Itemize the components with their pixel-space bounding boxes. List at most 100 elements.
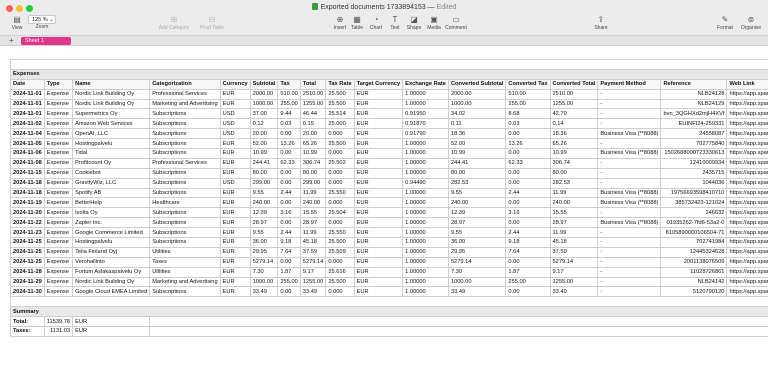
table-cell[interactable]: https://app.sparkreceipt.com/ bbox=[726, 98, 768, 110]
table-cell[interactable]: 240.00 bbox=[549, 197, 599, 209]
table-cell[interactable]: Subscriptions bbox=[149, 148, 221, 159]
table-cell[interactable]: 0.91950 bbox=[402, 108, 449, 120]
table-cell[interactable]: 2024-11-15 bbox=[10, 167, 45, 179]
table-cell[interactable]: EUR bbox=[219, 217, 251, 229]
table-cell[interactable]: Expense bbox=[43, 88, 74, 100]
table-cell[interactable]: EUR bbox=[72, 316, 151, 328]
table-cell[interactable]: 2024-11-02 bbox=[10, 118, 45, 130]
comment-button[interactable]: ▭ Comment bbox=[439, 14, 473, 31]
table-cell[interactable]: https://app.sparkreceipt.com/ bbox=[726, 167, 768, 179]
table-cell[interactable]: 0.000 bbox=[325, 167, 355, 179]
table-cell[interactable]: Expense bbox=[43, 167, 74, 179]
table-cell[interactable]: 0.000 bbox=[325, 217, 355, 229]
table-cell[interactable]: 1.00000 bbox=[402, 88, 449, 100]
table-cell[interactable]: 25.000 bbox=[325, 118, 355, 130]
table-cell[interactable]: EUINFI24-259331 bbox=[660, 118, 728, 130]
table-cell[interactable]: 702741984 bbox=[660, 237, 728, 248]
table-cell[interactable]: 0.00 bbox=[277, 148, 301, 159]
table-cell[interactable]: 5279.14 bbox=[299, 256, 327, 268]
table-cell[interactable]: Subscriptions bbox=[149, 207, 221, 219]
table-cell[interactable]: 0.03 bbox=[505, 118, 551, 130]
table-cell[interactable]: - bbox=[597, 276, 662, 288]
table-cell[interactable]: 5279.14 bbox=[249, 256, 279, 268]
table-cell[interactable]: 2000.00 bbox=[447, 88, 507, 100]
table-cell[interactable]: 510.00 bbox=[277, 88, 301, 100]
table-cell[interactable]: 18.36 bbox=[447, 128, 507, 140]
table-cell[interactable]: 9.18 bbox=[277, 237, 301, 248]
table-cell[interactable]: Nordic Link Building Oy bbox=[72, 276, 151, 288]
table-cell[interactable]: Summary bbox=[10, 306, 768, 318]
table-cell[interactable]: 33.49 bbox=[249, 286, 279, 298]
table-cell[interactable]: 8.68 bbox=[505, 108, 551, 120]
table-cell[interactable]: 2.44 bbox=[277, 187, 301, 199]
table-cell[interactable]: EUR bbox=[353, 177, 404, 189]
table-cell[interactable]: 15.55 bbox=[299, 207, 327, 219]
table-cell[interactable]: 1000.00 bbox=[447, 98, 507, 110]
table-cell[interactable]: Business Visa (**8088) bbox=[597, 187, 662, 199]
table-cell[interactable]: 13.26 bbox=[277, 138, 301, 150]
table-cell[interactable]: 9.18 bbox=[505, 237, 551, 248]
table-cell[interactable]: Subscriptions bbox=[149, 286, 221, 298]
table-cell[interactable]: Tidal bbox=[72, 148, 151, 159]
table-cell[interactable]: 1000.00 bbox=[249, 276, 279, 288]
table-cell[interactable]: 0.00 bbox=[505, 256, 551, 268]
table-cell[interactable]: EUR bbox=[219, 148, 251, 159]
table-cell[interactable]: 12445324628 bbox=[660, 246, 728, 258]
table-cell[interactable]: https://app.sparkreceipt.com/ bbox=[726, 138, 768, 150]
table-cell[interactable]: Subscriptions bbox=[149, 187, 221, 199]
table-cell[interactable]: https://app.sparkreceipt.com/ bbox=[726, 246, 768, 258]
table-cell[interactable]: 255.00 bbox=[277, 98, 301, 110]
table-cell[interactable]: https://app.sparkreceipt.com/ bbox=[726, 266, 768, 278]
table-cell[interactable]: 255.00 bbox=[505, 98, 551, 110]
table-cell[interactable]: 12.39 bbox=[447, 207, 507, 219]
table-cell[interactable]: 11.99 bbox=[299, 227, 327, 239]
table-cell[interactable]: NLB24129 bbox=[660, 98, 728, 110]
table-cell[interactable]: 2024-11-05 bbox=[10, 138, 45, 150]
table-cell[interactable]: Subscriptions bbox=[149, 108, 221, 120]
table-cell[interactable]: USD bbox=[219, 118, 251, 130]
table-cell[interactable]: Subscriptions bbox=[149, 167, 221, 179]
table-cell[interactable]: 0.00 bbox=[277, 286, 301, 298]
table-cell[interactable]: 10.99 bbox=[299, 148, 327, 159]
table-cell[interactable]: 1.00000 bbox=[402, 98, 449, 110]
table-cell[interactable]: 0.00 bbox=[277, 197, 301, 209]
table-cell[interactable]: 1.00000 bbox=[402, 187, 449, 199]
table-cell[interactable]: 11028726861 bbox=[660, 266, 728, 278]
pivot-table-button[interactable]: ⊟ Pivot Table bbox=[195, 14, 229, 31]
table-cell[interactable]: https://app.sparkreceipt.com/ bbox=[726, 177, 768, 189]
column-header[interactable]: Tax bbox=[277, 78, 301, 90]
table-cell[interactable]: 80.00 bbox=[299, 167, 327, 179]
table-cell[interactable]: Expense bbox=[43, 256, 74, 268]
table-cell[interactable]: EUR bbox=[353, 256, 404, 268]
table-cell[interactable]: https://app.sparkreceipt.com/ bbox=[726, 88, 768, 100]
column-header[interactable]: Converted Total bbox=[549, 78, 599, 90]
table-cell[interactable]: Subscriptions bbox=[149, 118, 221, 130]
table-cell[interactable]: 1000.00 bbox=[447, 276, 507, 288]
table-cell[interactable]: Expense bbox=[43, 266, 74, 278]
table-cell[interactable]: 0.14 bbox=[549, 118, 599, 130]
table-cell[interactable]: Expense bbox=[43, 98, 74, 110]
table-cell[interactable]: 1.00000 bbox=[402, 197, 449, 209]
table-cell[interactable]: 244.41 bbox=[447, 157, 507, 169]
table-cell[interactable]: 1.00000 bbox=[402, 237, 449, 248]
table-cell[interactable]: EUR bbox=[353, 276, 404, 288]
table-cell[interactable]: EUR bbox=[219, 187, 251, 199]
table-cell[interactable]: EUR bbox=[353, 138, 404, 150]
table-cell[interactable]: 2510.00 bbox=[299, 88, 327, 100]
table-cell[interactable]: 25.500 bbox=[325, 276, 355, 288]
table-cell[interactable]: EUR bbox=[219, 157, 251, 169]
table-cell[interactable]: Subscriptions bbox=[149, 138, 221, 150]
column-header[interactable]: Tax Rate bbox=[325, 78, 355, 90]
table-cell[interactable]: Expense bbox=[43, 138, 74, 150]
table-cell[interactable]: 2024-11-04 bbox=[10, 128, 45, 140]
table-cell[interactable]: - bbox=[597, 118, 662, 130]
table-cell[interactable]: 2.44 bbox=[277, 227, 301, 239]
table-cell[interactable]: 1.87 bbox=[505, 266, 551, 278]
table-cell[interactable]: EUR bbox=[353, 108, 404, 120]
table-cell[interactable]: Marketing and Advertising bbox=[149, 98, 221, 110]
table-cell[interactable]: 8105890000106504-71 bbox=[660, 227, 728, 239]
table-cell[interactable]: Subscriptions bbox=[149, 128, 221, 140]
table-cell[interactable]: - bbox=[597, 157, 662, 169]
table-cell[interactable] bbox=[10, 59, 768, 70]
table-cell[interactable]: 33.49 bbox=[299, 286, 327, 298]
